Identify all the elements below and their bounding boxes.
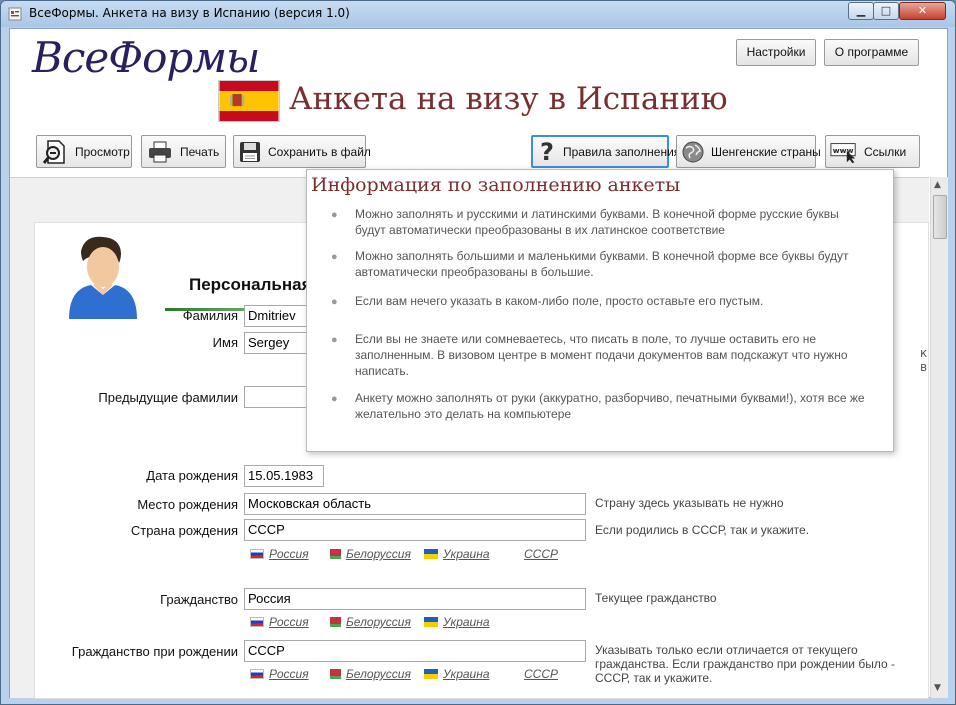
app-icon bbox=[8, 7, 22, 21]
birth-country-belarus-link[interactable]: Белоруссия bbox=[327, 547, 411, 561]
russia-flag-icon bbox=[250, 617, 264, 627]
links-label: Ссылки bbox=[864, 144, 907, 159]
vertical-scrollbar[interactable]: ▲ ▼ bbox=[930, 177, 948, 698]
print-label: Печать bbox=[180, 144, 220, 159]
birth-date-input[interactable]: 15.05.1983 bbox=[244, 465, 324, 487]
citizenship-hint: Текущее гражданство bbox=[595, 591, 717, 605]
belarus-flag-icon bbox=[327, 549, 341, 559]
about-button[interactable]: О программе bbox=[824, 39, 919, 66]
birth-country-ukraine-link[interactable]: Украина bbox=[424, 547, 490, 561]
scroll-down-icon[interactable]: ▼ bbox=[934, 683, 941, 693]
bullet-icon: ● bbox=[331, 251, 338, 263]
scroll-up-icon[interactable]: ▲ bbox=[934, 180, 941, 190]
popup-item: ● Анкету можно заполнять от руки (аккура… bbox=[331, 391, 865, 421]
magnifier-doc-icon bbox=[41, 139, 69, 165]
links-button[interactable]: www Ссылки bbox=[825, 135, 920, 168]
client-area: ВсеФормы Настройки О программе Анкета на… bbox=[9, 28, 948, 699]
belarus-flag-icon bbox=[327, 669, 341, 679]
bullet-icon: ● bbox=[331, 296, 338, 308]
ukraine-flag-icon bbox=[424, 549, 438, 559]
name-label: Имя bbox=[212, 335, 238, 350]
page-title: Анкета на визу в Испанию bbox=[289, 81, 728, 117]
spain-flag-icon bbox=[218, 80, 280, 122]
birth-country-label: Страна рождения bbox=[130, 523, 238, 538]
popup-item: ● Можно заполнять большими и маленькими … bbox=[331, 249, 849, 279]
birth-place-label: Место рождения bbox=[137, 497, 238, 512]
schengen-label: Шенгенские страны bbox=[711, 144, 821, 159]
svg-text:?: ? bbox=[540, 139, 554, 165]
citizenship-birth-belarus-link[interactable]: Белоруссия bbox=[327, 667, 411, 681]
schengen-countries-button[interactable]: Шенгенские страны bbox=[676, 135, 821, 168]
section-title: Персональная bbox=[189, 275, 312, 294]
bullet-icon: ● bbox=[331, 209, 338, 221]
birth-place-hint: Страну здесь указывать не нужно bbox=[595, 496, 784, 510]
globe-icon bbox=[681, 139, 705, 165]
window-title: ВсеФормы. Анкета на визу в Испанию (верс… bbox=[29, 6, 350, 20]
floppy-icon bbox=[238, 139, 262, 165]
app-window: ВсеФормы. Анкета на визу в Испанию (верс… bbox=[0, 0, 956, 705]
previous-surnames-label: Предыдущие фамилии bbox=[98, 390, 238, 405]
citizenship-belarus-link[interactable]: Белоруссия bbox=[327, 615, 411, 629]
birth-place-input[interactable]: Московская область bbox=[244, 493, 586, 515]
popup-item: ● Можно заполнять и русскими и латинским… bbox=[331, 207, 839, 237]
popup-title: Информация по заполнению анкеты bbox=[311, 174, 681, 196]
save-to-file-button[interactable]: Сохранить в файл bbox=[233, 135, 371, 168]
question-icon: ? bbox=[537, 139, 557, 165]
russia-flag-icon bbox=[250, 549, 264, 559]
logo: ВсеФормы bbox=[32, 33, 260, 82]
ukraine-flag-icon bbox=[424, 669, 438, 679]
birth-country-ussr-link[interactable]: СССР bbox=[524, 547, 558, 561]
citizenship-birth-russia-link[interactable]: Россия bbox=[250, 667, 309, 681]
popup-item: ● Если вам нечего указать в каком-либо п… bbox=[331, 294, 764, 308]
save-label: Сохранить в файл bbox=[268, 144, 371, 159]
settings-button[interactable]: Настройки bbox=[736, 39, 816, 66]
ukraine-flag-icon bbox=[424, 617, 438, 627]
citizenship-input[interactable]: Россия bbox=[244, 588, 586, 610]
printer-icon bbox=[146, 139, 174, 165]
filling-info-popup: Информация по заполнению анкеты ● Можно … bbox=[306, 169, 894, 452]
scrollbar-thumb[interactable] bbox=[933, 195, 947, 239]
birth-country-input[interactable]: СССР bbox=[244, 519, 586, 541]
close-button[interactable]: ✕ bbox=[899, 2, 946, 20]
birth-country-hint: Если родились в СССР, так и укажите. bbox=[595, 523, 810, 537]
citizenship-at-birth-hint: Указывать только если отличается от теку… bbox=[595, 643, 895, 685]
rules-label: Правила заполнения bbox=[563, 144, 681, 159]
truncated-hint-text: к в bbox=[920, 346, 928, 374]
print-button[interactable]: Печать bbox=[141, 135, 226, 168]
bullet-icon: ● bbox=[331, 393, 338, 405]
title-bar[interactable]: ВсеФормы. Анкета на визу в Испанию (верс… bbox=[1, 1, 955, 27]
citizenship-russia-link[interactable]: Россия bbox=[250, 615, 309, 629]
svg-text:www: www bbox=[833, 145, 854, 154]
citizenship-birth-ukraine-link[interactable]: Украина bbox=[424, 667, 490, 681]
citizenship-label: Гражданство bbox=[160, 592, 238, 607]
bullet-icon: ● bbox=[331, 334, 338, 346]
citizenship-at-birth-input[interactable]: СССР bbox=[244, 640, 586, 662]
russia-flag-icon bbox=[250, 669, 264, 679]
popup-item: ● Если вы не знаете или сомневаетесь, чт… bbox=[331, 332, 848, 378]
citizenship-at-birth-label: Гражданство при рождении bbox=[71, 644, 238, 659]
birth-country-russia-link[interactable]: Россия bbox=[250, 547, 309, 561]
maximize-button[interactable]: □ bbox=[873, 2, 899, 20]
minimize-button[interactable]: ▁ bbox=[848, 2, 874, 20]
filling-rules-button[interactable]: ? Правила заполнения bbox=[531, 135, 680, 168]
belarus-flag-icon bbox=[327, 617, 341, 627]
citizenship-birth-ussr-link[interactable]: СССР bbox=[524, 667, 558, 681]
citizenship-ukraine-link[interactable]: Украина bbox=[424, 615, 490, 629]
birth-date-label: Дата рождения bbox=[146, 468, 238, 483]
preview-label: Просмотр bbox=[75, 144, 130, 159]
surname-label: Фамилия bbox=[182, 308, 238, 323]
user-avatar-icon bbox=[69, 236, 137, 319]
preview-button[interactable]: Просмотр bbox=[36, 135, 132, 168]
www-cursor-icon: www bbox=[830, 139, 858, 165]
